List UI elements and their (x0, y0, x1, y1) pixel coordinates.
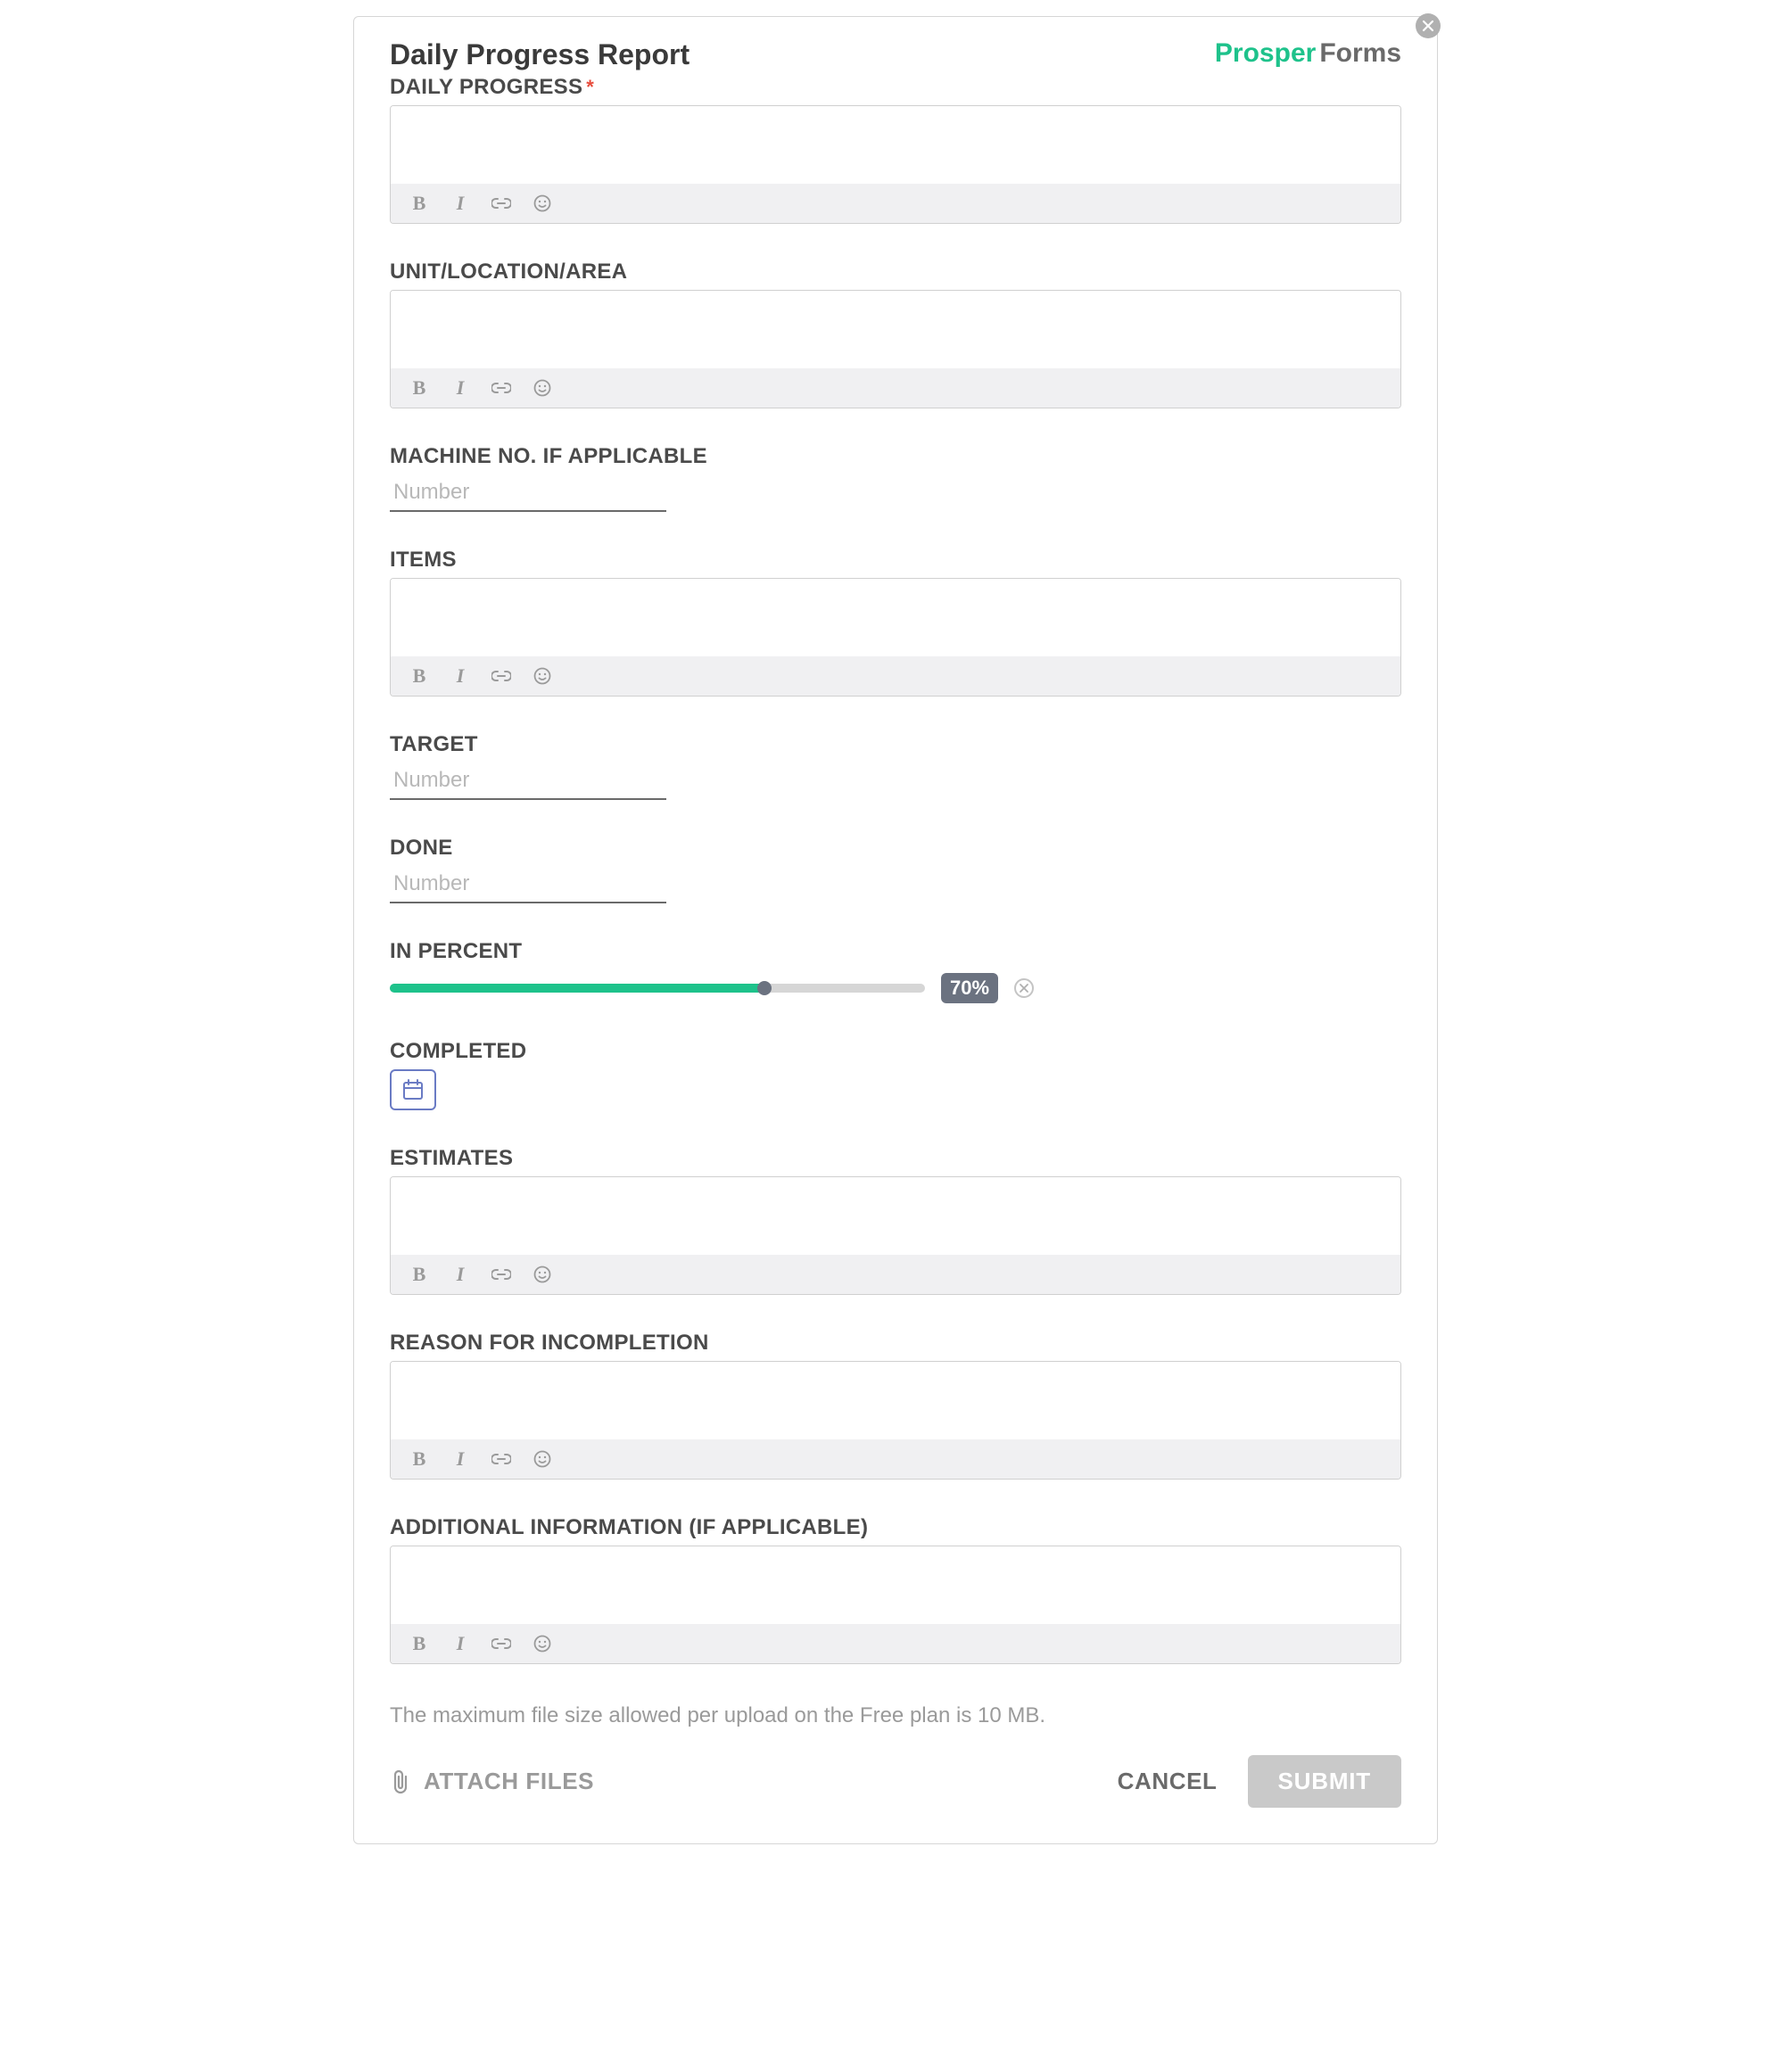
link-icon[interactable] (491, 377, 512, 399)
percent-badge: 70% (941, 973, 998, 1003)
link-icon[interactable] (491, 193, 512, 214)
logo-part2: Forms (1319, 38, 1401, 68)
label-machine: MACHINE NO. IF APPLICABLE (390, 444, 1401, 469)
label-percent: IN PERCENT (390, 939, 1401, 964)
label-target: TARGET (390, 732, 1401, 757)
input-estimates[interactable] (391, 1177, 1400, 1250)
emoji-icon[interactable] (532, 377, 553, 399)
emoji-icon[interactable] (532, 1264, 553, 1285)
label-done: DONE (390, 836, 1401, 861)
input-done[interactable] (390, 866, 666, 903)
paperclip-icon (390, 1768, 411, 1795)
field-machine: MACHINE NO. IF APPLICABLE (390, 444, 1401, 512)
richtext-toolbar: B I (391, 1439, 1400, 1479)
link-icon[interactable] (491, 1264, 512, 1285)
label-items: ITEMS (390, 548, 1401, 573)
label-estimates: ESTIMATES (390, 1146, 1401, 1171)
field-done: DONE (390, 836, 1401, 903)
input-items[interactable] (391, 579, 1400, 652)
input-machine[interactable] (390, 474, 666, 512)
page-title: Daily Progress Report (390, 38, 690, 71)
bold-icon[interactable]: B (409, 1264, 430, 1285)
emoji-icon[interactable] (532, 193, 553, 214)
label-additional: ADDITIONAL INFORMATION (IF APPLICABLE) (390, 1515, 1401, 1540)
close-icon[interactable] (1416, 13, 1441, 38)
link-icon[interactable] (491, 665, 512, 687)
footer-row: ATTACH FILES CANCEL SUBMIT (390, 1755, 1401, 1808)
richtext-toolbar: B I (391, 184, 1400, 223)
field-additional: ADDITIONAL INFORMATION (IF APPLICABLE) B… (390, 1515, 1401, 1664)
clear-percent-icon[interactable] (1014, 978, 1034, 998)
richtext-items: B I (390, 578, 1401, 697)
attach-label: ATTACH FILES (424, 1768, 594, 1795)
bold-icon[interactable]: B (409, 193, 430, 214)
field-target: TARGET (390, 732, 1401, 800)
percent-slider[interactable] (390, 984, 925, 993)
bold-icon[interactable]: B (409, 377, 430, 399)
italic-icon[interactable]: I (450, 1448, 471, 1470)
richtext-reason: B I (390, 1361, 1401, 1480)
italic-icon[interactable]: I (450, 1264, 471, 1285)
input-daily-progress[interactable] (391, 106, 1400, 179)
field-reason: REASON FOR INCOMPLETION B I (390, 1331, 1401, 1480)
cancel-button[interactable]: CANCEL (1118, 1768, 1218, 1795)
emoji-icon[interactable] (532, 1633, 553, 1654)
file-size-note: The maximum file size allowed per upload… (390, 1703, 1401, 1728)
label-completed: COMPLETED (390, 1039, 1401, 1064)
form-panel: Daily Progress Report ProsperForms DAILY… (353, 16, 1438, 1844)
field-unit: UNIT/LOCATION/AREA B I (390, 260, 1401, 408)
slider-thumb[interactable] (757, 981, 772, 995)
label-text: DAILY PROGRESS (390, 75, 582, 99)
logo-part1: Prosper (1215, 38, 1316, 68)
date-picker-button[interactable] (390, 1069, 436, 1110)
link-icon[interactable] (491, 1448, 512, 1470)
richtext-additional: B I (390, 1546, 1401, 1664)
emoji-icon[interactable] (532, 1448, 553, 1470)
field-estimates: ESTIMATES B I (390, 1146, 1401, 1295)
richtext-unit: B I (390, 290, 1401, 408)
field-percent: IN PERCENT 70% (390, 939, 1401, 1003)
input-additional[interactable] (391, 1546, 1400, 1620)
label-reason: REASON FOR INCOMPLETION (390, 1331, 1401, 1356)
italic-icon[interactable]: I (450, 665, 471, 687)
input-reason[interactable] (391, 1362, 1400, 1435)
required-asterisk: * (586, 76, 594, 98)
attach-files-button[interactable]: ATTACH FILES (390, 1768, 594, 1795)
label-unit: UNIT/LOCATION/AREA (390, 260, 1401, 284)
emoji-icon[interactable] (532, 665, 553, 687)
link-icon[interactable] (491, 1633, 512, 1654)
bold-icon[interactable]: B (409, 1633, 430, 1654)
italic-icon[interactable]: I (450, 1633, 471, 1654)
richtext-toolbar: B I (391, 1255, 1400, 1294)
italic-icon[interactable]: I (450, 193, 471, 214)
slider-fill (390, 984, 764, 993)
field-completed: COMPLETED (390, 1039, 1401, 1110)
richtext-estimates: B I (390, 1176, 1401, 1295)
label-daily-progress: DAILY PROGRESS* (390, 75, 1401, 100)
brand-logo: ProsperForms (1215, 38, 1401, 69)
input-target[interactable] (390, 763, 666, 800)
richtext-toolbar: B I (391, 656, 1400, 696)
bold-icon[interactable]: B (409, 1448, 430, 1470)
bold-icon[interactable]: B (409, 665, 430, 687)
italic-icon[interactable]: I (450, 377, 471, 399)
field-daily-progress: DAILY PROGRESS* B I (390, 75, 1401, 224)
submit-button[interactable]: SUBMIT (1248, 1755, 1401, 1808)
input-unit[interactable] (391, 291, 1400, 364)
calendar-icon (401, 1077, 425, 1102)
richtext-toolbar: B I (391, 1624, 1400, 1663)
richtext-toolbar: B I (391, 368, 1400, 408)
richtext-daily-progress: B I (390, 105, 1401, 224)
field-items: ITEMS B I (390, 548, 1401, 697)
